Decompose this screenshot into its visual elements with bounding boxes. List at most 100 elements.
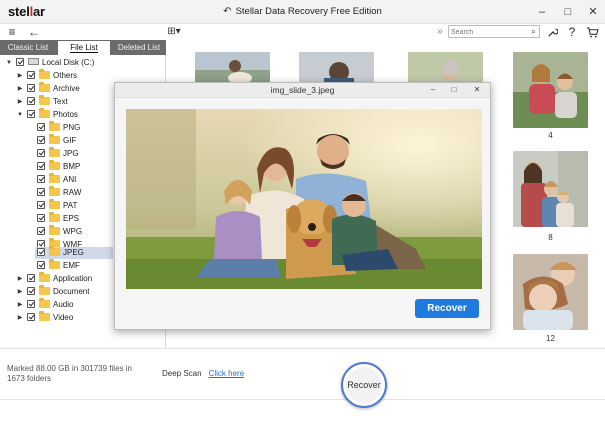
checkbox[interactable] <box>27 286 35 295</box>
thumbnail[interactable] <box>513 254 588 330</box>
tree-node-application[interactable]: ▶ Application <box>18 271 92 285</box>
search-box: ⌕ <box>448 25 540 38</box>
expand-arrow-icon[interactable]: ▶ <box>16 286 24 298</box>
folder-icon <box>39 284 50 295</box>
checkbox[interactable] <box>37 135 45 144</box>
thumbnail-caption: 12 <box>546 334 555 343</box>
menu-icon[interactable]: ≡ <box>5 24 19 40</box>
checkbox[interactable] <box>37 187 45 196</box>
thumbnail[interactable] <box>408 52 483 82</box>
tab-deleted-list[interactable]: Deleted List <box>113 41 165 55</box>
expand-arrow-icon[interactable]: ▶ <box>16 273 24 285</box>
tree-node-bmp[interactable]: BMP <box>37 159 80 173</box>
expand-arrow-icon[interactable]: ▶ <box>16 70 24 82</box>
folder-icon <box>39 107 50 118</box>
collapse-arrow-icon[interactable]: ▼ <box>16 109 24 121</box>
tree-node-gif[interactable]: GIF <box>37 133 76 147</box>
deep-scan-link[interactable]: Click here <box>209 369 245 378</box>
view-mode-icon[interactable]: ⊞▾ <box>165 24 183 40</box>
deep-scan-label: Deep Scan <box>162 369 202 378</box>
tree-node-ani[interactable]: ANI <box>37 172 76 186</box>
thumbnail[interactable] <box>195 52 270 82</box>
expand-arrow-icon[interactable]: ▶ <box>16 96 24 108</box>
expand-icon[interactable]: » <box>434 24 446 40</box>
checkbox[interactable] <box>27 83 35 92</box>
wrench-icon[interactable] <box>545 24 559 40</box>
thumbnail-caption: 4 <box>548 131 553 140</box>
minimize-button[interactable]: – <box>530 3 554 21</box>
tree-node-photos[interactable]: ▼ Photos <box>17 107 78 121</box>
tree-node-pat[interactable]: PAT <box>37 198 77 212</box>
checkbox[interactable] <box>37 174 45 183</box>
folder-icon <box>39 297 50 308</box>
maximize-button[interactable]: □ <box>556 3 580 21</box>
expand-arrow-icon[interactable]: ▶ <box>16 299 24 311</box>
tree-node-raw[interactable]: RAW <box>37 185 81 199</box>
checkbox[interactable] <box>16 57 24 66</box>
thumbnail-caption: 8 <box>548 233 553 242</box>
folder-icon <box>39 68 50 79</box>
folder-icon <box>49 224 60 235</box>
checkbox[interactable] <box>37 247 45 256</box>
folder-icon <box>39 310 50 321</box>
thumbnail[interactable] <box>513 151 588 227</box>
search-input[interactable] <box>449 27 525 38</box>
tree-node-eps[interactable]: EPS <box>37 211 79 225</box>
folder-icon <box>49 133 60 144</box>
tree-node-audio[interactable]: ▶ Audio <box>18 297 73 311</box>
help-icon[interactable]: ? <box>565 24 579 40</box>
checkbox[interactable] <box>37 260 45 269</box>
checkbox[interactable] <box>37 161 45 170</box>
tree-node-document[interactable]: ▶ Document <box>18 284 89 298</box>
folder-icon <box>39 271 50 282</box>
checkbox[interactable] <box>27 109 35 118</box>
tree-node-wpg[interactable]: WPG <box>37 224 82 238</box>
back-arrow-icon[interactable]: ← <box>26 24 42 40</box>
checkbox[interactable] <box>37 213 45 222</box>
checkbox[interactable] <box>27 70 35 79</box>
tree-node-png[interactable]: PNG <box>37 120 80 134</box>
expand-arrow-icon[interactable]: ▶ <box>16 83 24 95</box>
collapse-arrow-icon[interactable]: ▼ <box>5 57 13 69</box>
folder-icon <box>49 185 60 196</box>
tree-node-emf[interactable]: EMF <box>37 258 80 272</box>
cart-icon[interactable] <box>584 24 600 40</box>
toolbar: ≡ ← ⊞▾ » ⌕ ? <box>0 24 605 40</box>
tree-node-jpg[interactable]: JPG <box>37 146 79 160</box>
checkbox[interactable] <box>27 96 35 105</box>
tree-node-jpeg[interactable]: JPEG <box>35 245 113 259</box>
folder-icon <box>49 211 60 222</box>
preview-maximize-button[interactable]: □ <box>446 84 462 96</box>
tree-node-others[interactable]: ▶ Others <box>18 68 77 82</box>
close-button[interactable]: ✕ <box>581 3 605 21</box>
app-window: stellar ↶ Stellar Data Recovery Free Edit… <box>0 0 605 421</box>
checkbox[interactable] <box>27 299 35 308</box>
checkbox[interactable] <box>37 200 45 209</box>
folder-icon <box>49 146 60 157</box>
checkbox[interactable] <box>27 273 35 282</box>
checkbox[interactable] <box>27 312 35 321</box>
recover-button[interactable]: Recover <box>341 362 387 408</box>
tree-node-archive[interactable]: ▶ Archive <box>18 81 80 95</box>
folder-icon <box>39 81 50 92</box>
search-icon[interactable]: ⌕ <box>531 26 536 37</box>
preview-recover-button[interactable]: Recover <box>415 299 479 318</box>
checkbox[interactable] <box>37 226 45 235</box>
tab-classic-list[interactable]: Classic List <box>2 41 54 55</box>
expand-arrow-icon[interactable]: ▶ <box>16 312 24 324</box>
preview-close-button[interactable]: ✕ <box>469 84 485 96</box>
thumbnail[interactable] <box>299 52 374 82</box>
thumbnail[interactable] <box>513 52 588 128</box>
preview-minimize-button[interactable]: – <box>425 84 441 96</box>
checkbox[interactable] <box>37 148 45 157</box>
title-bar: stellar ↶ Stellar Data Recovery Free Edit… <box>0 0 605 24</box>
checkbox[interactable] <box>37 122 45 131</box>
window-title: ↶ Stellar Data Recovery Free Edition <box>223 6 382 17</box>
drive-icon <box>28 58 39 66</box>
tree-node-local-disk[interactable]: ▼ Local Disk (C:) <box>6 57 94 69</box>
tab-file-list[interactable]: File List <box>58 41 110 55</box>
undo-arrow-icon: ↶ <box>223 6 232 17</box>
tree-node-text[interactable]: ▶ Text <box>18 94 68 108</box>
tree-node-video[interactable]: ▶ Video <box>18 310 73 324</box>
preview-dialog: img_slide_3.jpeg – □ ✕ Recover <box>114 82 491 330</box>
